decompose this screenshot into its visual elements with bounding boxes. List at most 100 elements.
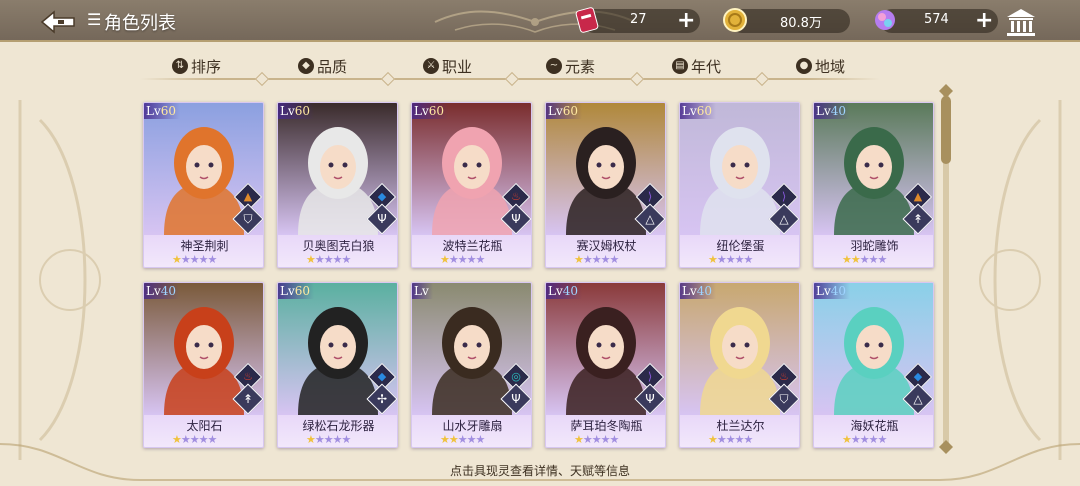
add-ticket-button[interactable]: +	[677, 8, 695, 33]
star-icon: ★	[341, 253, 352, 266]
star-icon: ★	[440, 253, 450, 266]
star-icon: ★	[332, 253, 343, 266]
star-icon: ★	[314, 253, 325, 266]
star-rating: ★★★★★	[708, 253, 753, 266]
filter-quality[interactable]: ◆ 品质	[298, 52, 347, 80]
coin-resource: 80.8万	[723, 8, 850, 33]
star-icon: ★	[582, 253, 593, 266]
level-prefix: Lv	[682, 104, 697, 118]
bank-icon[interactable]	[1004, 6, 1038, 38]
character-card[interactable]: Lv40 ▲ ↟ 羽蛇雕饰 ★★★★★	[813, 102, 934, 268]
star-icon: ★	[314, 433, 325, 446]
level-value: 60	[696, 104, 713, 118]
star-icon: ★	[306, 253, 316, 266]
level-value: 60	[294, 284, 311, 298]
gem-count: 574	[924, 12, 949, 27]
character-card[interactable]: Lv60 ◆ ✢ 绿松石龙形器 ★★★★★	[277, 282, 398, 448]
star-icon: ★	[708, 253, 718, 266]
coin-icon	[723, 8, 747, 32]
level-value: 40	[830, 284, 847, 298]
level-badge: Lv60	[412, 103, 449, 119]
character-name: 纽伦堡蛋	[716, 239, 765, 253]
star-icon: ★	[180, 433, 191, 446]
element-icon: ~	[546, 58, 562, 74]
back-arrow-icon[interactable]	[38, 8, 78, 36]
character-card[interactable]: Lv40 ♨ ↟ 太阳石 ★★★★★	[143, 282, 264, 448]
star-icon: ★	[341, 433, 352, 446]
character-grid: Lv60 ▲ ⛉ 神圣荆刺 ★★★★★ Lv60 ◆ Ψ 贝奥图克白狼 ★★★★★ Lv60 ♨ Ψ 波特…	[143, 102, 936, 450]
level-badge: Lv60	[546, 103, 583, 119]
filter-label: 排序	[191, 57, 222, 76]
star-icon: ★	[172, 253, 182, 266]
character-card[interactable]: Lv60 ▲ ⛉ 神圣荆刺 ★★★★★	[143, 102, 264, 268]
filter-region[interactable]: ● 地域	[796, 52, 845, 80]
character-name: 杜兰达尔	[716, 419, 765, 433]
level-value: 40	[562, 284, 579, 298]
star-icon: ★	[859, 433, 870, 446]
level-badge: Lv60	[278, 103, 315, 119]
level-badge: Lv40	[814, 103, 851, 119]
level-badge: Lv	[412, 283, 433, 299]
character-name: 羽蛇雕饰	[850, 239, 899, 253]
character-card[interactable]: Lv40 ⟩ Ψ 萨耳珀冬陶瓶 ★★★★★	[545, 282, 666, 448]
level-prefix: Lv	[280, 284, 295, 298]
star-rating: ★★★★★	[574, 433, 619, 446]
left-ornament	[18, 100, 101, 460]
star-icon: ★	[842, 433, 852, 446]
level-value: 60	[160, 104, 177, 118]
add-gem-button[interactable]: +	[975, 8, 993, 33]
level-value: 40	[830, 104, 847, 118]
star-icon: ★	[475, 433, 486, 446]
star-icon: ★	[198, 433, 209, 446]
filter-era[interactable]: ▤ 年代	[672, 52, 721, 80]
star-icon: ★	[877, 433, 888, 446]
character-card[interactable]: Lv ◎ Ψ 山水牙雕扇 ★★★★★	[411, 282, 532, 448]
star-rating: ★★★★★	[708, 434, 753, 446]
level-prefix: Lv	[146, 104, 161, 118]
ticket-count: 27	[630, 12, 647, 27]
star-icon: ★	[574, 253, 584, 266]
star-icon: ★	[323, 253, 334, 266]
quality-icon: ◆	[298, 58, 314, 74]
character-name: 神圣荆刺	[180, 239, 229, 253]
character-card[interactable]: Lv60 ⟩ △ 赛汉姆权杖 ★★★★★	[545, 102, 666, 268]
scrollbar-thumb[interactable]	[941, 96, 951, 164]
level-badge: Lv40	[144, 283, 181, 299]
level-prefix: Lv	[682, 284, 697, 298]
star-rating: ★★★★★	[172, 253, 218, 266]
top-bar: ☰ 角色列表 27 + 80.8万 574 +	[0, 0, 1080, 42]
region-icon: ●	[796, 58, 812, 74]
filter-label: 职业	[442, 57, 473, 76]
filter-class[interactable]: ⚔ 职业	[423, 52, 472, 80]
star-icon: ★	[180, 253, 191, 266]
star-icon: ★	[591, 433, 602, 446]
character-card[interactable]: Lv60 ◆ Ψ 贝奥图克白狼 ★★★★★	[277, 102, 398, 268]
star-icon: ★	[475, 253, 486, 266]
star-icon: ★	[850, 433, 861, 446]
level-value: 60	[428, 104, 445, 118]
star-icon: ★	[332, 433, 343, 446]
level-value: 40	[160, 284, 177, 298]
character-card[interactable]: Lv40 ◆ △ 海妖花瓶 ★★★★★	[813, 282, 934, 448]
filter-sort[interactable]: ⇅ 排序	[172, 52, 221, 80]
star-icon: ★	[306, 433, 316, 446]
ticket-icon	[575, 7, 599, 33]
level-badge: Lv40	[546, 283, 583, 299]
star-icon: ★	[207, 253, 218, 266]
level-prefix: Lv	[280, 104, 295, 118]
star-rating: ★★★★★	[306, 433, 352, 446]
ticket-resource: 27 +	[575, 7, 700, 33]
character-name: 贝奥图克白狼	[302, 239, 375, 253]
filter-element[interactable]: ~ 元素	[546, 52, 595, 80]
character-card[interactable]: Lv60 ⟩ △ 纽伦堡蛋 ★★★★★	[679, 102, 800, 268]
star-icon: ★	[600, 253, 611, 266]
character-name: 太阳石	[186, 419, 223, 433]
star-rating: ★★★★★	[842, 433, 888, 446]
level-value: 60	[562, 104, 579, 118]
star-icon: ★	[207, 433, 218, 446]
character-card[interactable]: Lv40 ♨ ⛉ 杜兰达尔 ★★★★★	[679, 282, 800, 448]
star-icon: ★	[457, 253, 468, 266]
character-card[interactable]: Lv60 ♨ Ψ 波特兰花瓶 ★★★★★	[411, 102, 532, 268]
level-prefix: Lv	[414, 104, 429, 118]
star-icon: ★	[877, 253, 888, 266]
